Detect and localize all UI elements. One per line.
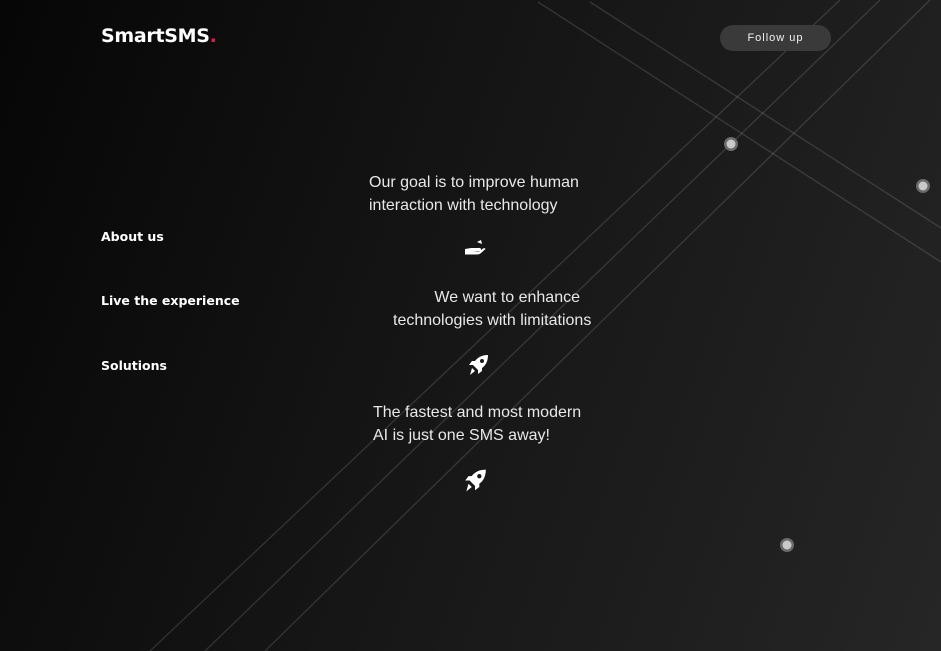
hand-icon [465,240,486,255]
nav-solutions[interactable]: Solutions [101,358,167,373]
rocket-icon [465,469,486,492]
message-fastest-line-1: The fastest and most modern [373,404,582,421]
node-dot-1 [724,137,738,151]
rocket-icon [469,355,488,375]
message-enhance-line-1: We want to enhance [434,289,580,306]
message-fastest: The fastest and most modern AI is just o… [373,401,581,447]
logo-text: SmartSMS [101,25,210,47]
nav-about-us[interactable]: About us [101,229,164,244]
node-dot-3 [780,538,794,552]
logo[interactable]: SmartSMS. [101,25,217,47]
message-goal-line-1: Our goal is to improve human [369,174,579,191]
message-enhance: We want to enhance technologies with lim… [393,286,592,332]
nav-live-the-experience[interactable]: Live the experience [101,293,240,308]
message-enhance-line-2: technologies with limitations [393,312,592,329]
node-dot-2 [916,179,930,193]
message-goal-line-2: interaction with technology [369,197,558,214]
logo-dot: . [209,25,217,47]
message-fastest-line-2: AI is just one SMS away! [373,427,550,444]
follow-up-button[interactable]: Follow up [720,25,831,51]
message-goal: Our goal is to improve human interaction… [369,171,579,217]
